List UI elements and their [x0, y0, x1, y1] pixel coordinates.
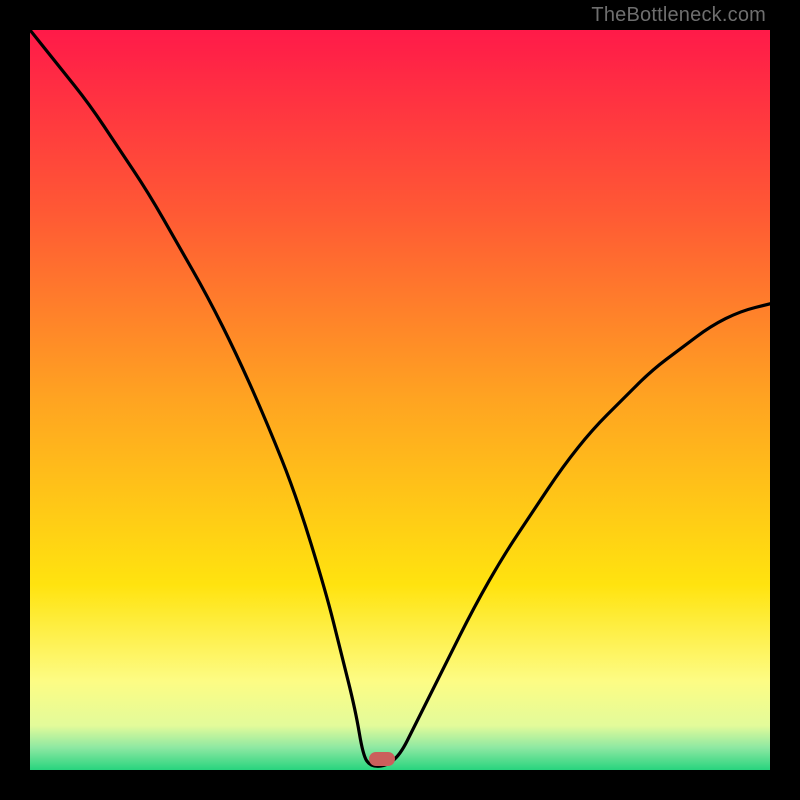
plot-area [30, 30, 770, 770]
optimal-marker [369, 752, 395, 766]
chart-frame: TheBottleneck.com [0, 0, 800, 800]
watermark-text: TheBottleneck.com [591, 4, 766, 27]
bottleneck-curve [30, 30, 770, 770]
